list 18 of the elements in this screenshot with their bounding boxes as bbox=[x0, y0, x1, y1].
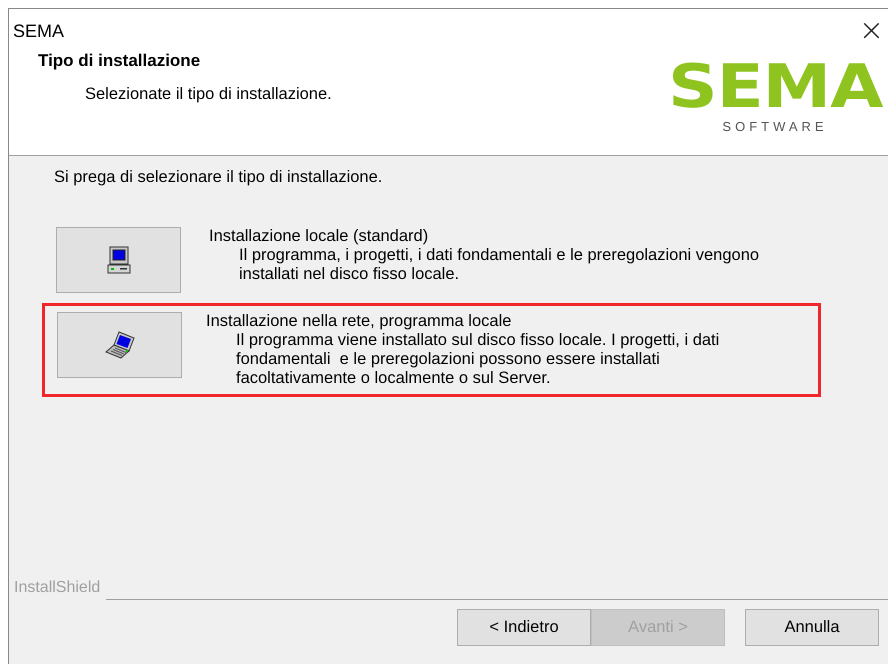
option-title: Installazione nella rete, programma locale bbox=[206, 312, 512, 331]
desktop-computer-icon bbox=[106, 246, 130, 274]
instruction-text: Si prega di selezionare il tipo di installazione. bbox=[54, 168, 384, 187]
option-description: Il programma viene installato sul disco fisso locale. I progetti, i dati fondamentali e le preregolazioni possono essere installati facoltativamente o localmente o sul Server. bbox=[235, 331, 720, 388]
close-button[interactable]: × bbox=[852, 16, 888, 46]
option-button[interactable] bbox=[56, 227, 181, 293]
brand-label: InstallShield bbox=[14, 579, 100, 597]
wizard-button[interactable]: < Indietro bbox=[457, 609, 591, 646]
logo-text: SEMA bbox=[668, 57, 882, 117]
window-title: SEMA bbox=[13, 20, 64, 42]
option-title: Installazione locale (standard) bbox=[209, 227, 430, 246]
page-title: Tipo di installazione bbox=[38, 51, 202, 71]
option-button[interactable] bbox=[57, 312, 182, 378]
logo-tagline: SOFTWARE bbox=[722, 119, 828, 134]
wizard-button[interactable]: Annulla bbox=[745, 609, 879, 646]
page-subtitle: Selezionate il tipo di installazione. bbox=[85, 85, 332, 104]
laptop-icon bbox=[104, 331, 134, 359]
option-description: Il programma, i progetti, i dati fondamentali e le preregolazioni vengono installati nel disco fisso locale. bbox=[238, 246, 760, 284]
